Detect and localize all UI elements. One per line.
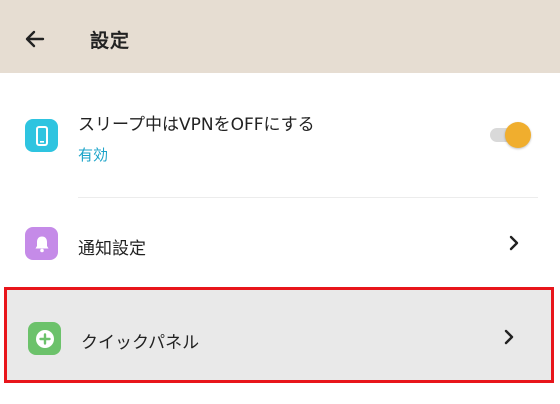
- plus-circle-icon: [28, 322, 61, 355]
- app-header: 設定: [0, 0, 560, 73]
- vpn-sleep-title: スリープ中はVPNをOFFにする: [78, 115, 315, 135]
- vpn-sleep-toggle[interactable]: [490, 122, 531, 148]
- arrow-left-icon: [25, 30, 45, 48]
- quick-panel-title: クイックパネル: [81, 333, 200, 353]
- bell-icon: [25, 227, 58, 260]
- smartphone-icon: [25, 119, 58, 152]
- toggle-knob: [505, 122, 531, 148]
- back-button[interactable]: [18, 22, 52, 56]
- notification-settings-row[interactable]: 通知設定: [0, 198, 560, 286]
- notification-settings-title: 通知設定: [78, 239, 146, 259]
- vpn-sleep-status: 有効: [78, 146, 109, 164]
- page-title: 設定: [90, 30, 131, 52]
- chevron-right-icon: [506, 235, 522, 251]
- chevron-right-icon: [501, 329, 517, 345]
- vpn-sleep-setting-row[interactable]: スリープ中はVPNをOFFにする 有効: [0, 73, 560, 197]
- quick-panel-row[interactable]: クイックパネル: [4, 287, 554, 383]
